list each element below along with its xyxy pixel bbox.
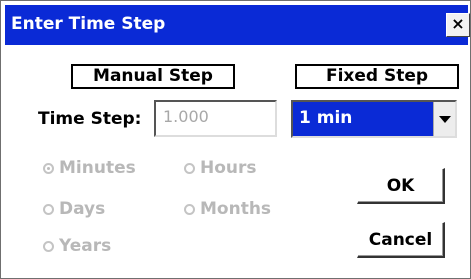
time-step-label: Time Step: — [38, 109, 142, 129]
chevron-down-icon — [439, 116, 451, 123]
manual-step-label: Manual Step — [71, 64, 235, 89]
radio-checked-icon — [43, 163, 54, 174]
time-step-input[interactable]: 1.000 — [154, 100, 277, 137]
close-icon: × — [451, 14, 465, 33]
radio-icon — [43, 204, 54, 215]
window-title: Enter Time Step — [11, 14, 166, 34]
time-step-dialog: Enter Time Step × Manual Step Fixed Step… — [0, 0, 471, 279]
radio-label: Hours — [200, 158, 257, 178]
close-button[interactable]: × — [446, 13, 470, 37]
radio-icon — [184, 204, 195, 215]
radio-label: Days — [59, 199, 106, 219]
radio-icon — [43, 241, 54, 252]
radio-months[interactable]: Months — [184, 199, 271, 219]
radio-hours[interactable]: Hours — [184, 158, 257, 178]
radio-icon — [184, 163, 195, 174]
ok-button[interactable]: OK — [357, 168, 445, 204]
fixed-step-select[interactable]: 1 min — [291, 100, 457, 138]
dropdown-button[interactable] — [433, 102, 455, 136]
radio-days[interactable]: Days — [43, 199, 105, 219]
cancel-button[interactable]: Cancel — [357, 222, 445, 258]
fixed-step-selected: 1 min — [299, 108, 353, 128]
title-bar[interactable]: Enter Time Step × — [5, 5, 470, 45]
radio-label: Months — [200, 199, 272, 219]
radio-minutes[interactable]: Minutes — [43, 158, 136, 178]
fixed-step-label: Fixed Step — [295, 64, 459, 89]
radio-years[interactable]: Years — [43, 236, 111, 256]
radio-label: Minutes — [59, 158, 136, 178]
radio-label: Years — [59, 236, 112, 256]
